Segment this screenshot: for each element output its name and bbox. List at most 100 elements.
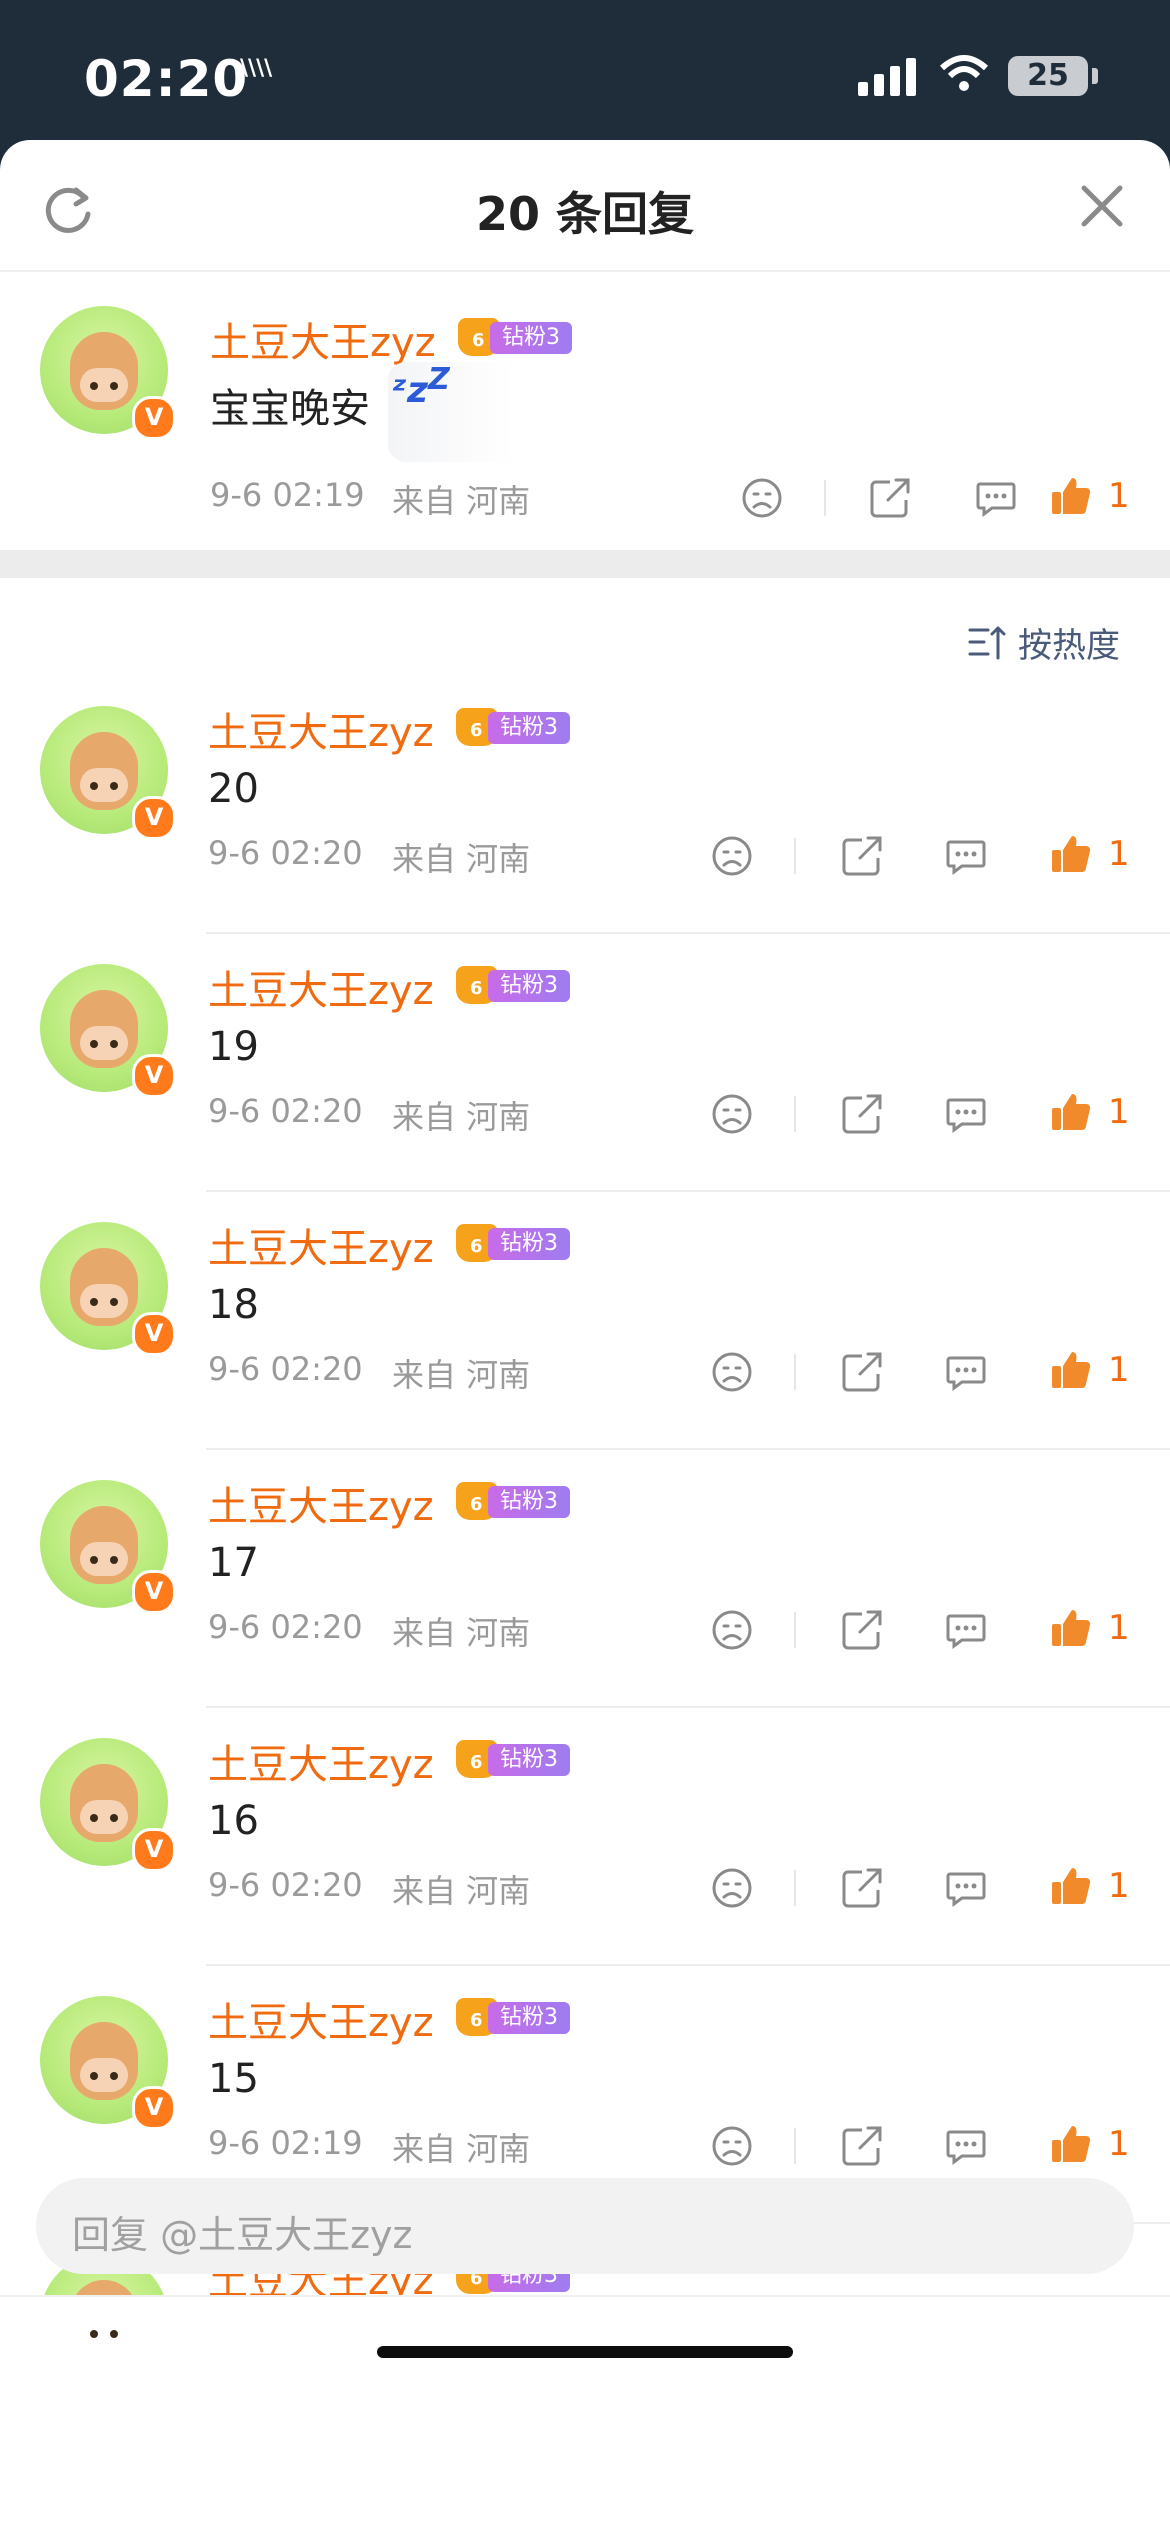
comment-location: 来自 河南 [392,482,531,520]
cellular-signal-icon [858,58,916,96]
reply-location: 来自 河南 [392,840,531,878]
row-divider [206,1190,1170,1192]
comment-icon[interactable] [944,2124,988,2168]
reply-timestamp: 9-6 02:20 [208,1866,363,1904]
reply-location: 来自 河南 [392,1098,531,1136]
fan-level-label: 钻粉3 [488,1744,570,1776]
row-divider [206,1448,1170,1450]
thumbs-up-icon[interactable] [1048,1090,1092,1134]
like-count: 1 [1108,1350,1130,1390]
share-icon[interactable] [840,834,884,878]
fan-level-badge: 钻粉3 [458,318,572,356]
reply-location: 来自 河南 [392,2130,531,2168]
reply-author[interactable]: 土豆大王zyz [208,1216,434,1274]
sort-by-hot-button[interactable]: 按热度 [1018,618,1120,667]
reply-bar [0,2295,1170,2532]
verified-badge-icon: V [132,1054,176,1098]
thumbs-up-icon[interactable] [1048,474,1092,518]
wifi-icon [939,55,989,91]
fan-level-label: 钻粉3 [488,970,570,1002]
reply-author[interactable]: 土豆大王zyz [208,958,434,1016]
avatar-face [70,732,138,810]
comment-icon[interactable] [944,1092,988,1136]
comment-icon[interactable] [944,1350,988,1394]
share-icon[interactable] [840,1350,884,1394]
comment-text: 宝宝晚安 [210,386,370,432]
avatar-face [70,2022,138,2100]
avatar[interactable]: V [40,706,176,840]
thumbs-up-icon[interactable] [1048,1348,1092,1392]
thumbs-up-icon[interactable] [1048,2122,1092,2166]
comment-author[interactable]: 土豆大王zyz [210,310,436,368]
like-count: 1 [1108,2124,1130,2164]
thumbs-up-icon[interactable] [1048,832,1092,876]
comment-icon[interactable] [974,476,1018,520]
reply-author[interactable]: 土豆大王zyz [208,1732,434,1790]
avatar[interactable]: V [40,306,176,440]
comment-icon[interactable] [944,1866,988,1910]
verified-badge-icon: V [132,2086,176,2130]
row-divider [206,932,1170,934]
dislike-icon[interactable] [710,2124,754,2168]
close-icon[interactable] [1076,180,1128,232]
comment-timestamp: 9-6 02:19 [210,476,365,514]
battery-cap [1092,68,1098,84]
action-divider [794,1096,796,1132]
fan-level-badge: 钻粉3 [456,1998,570,2036]
fan-level-label: 钻粉3 [488,712,570,744]
share-icon[interactable] [840,2124,884,2168]
action-divider [794,2128,796,2164]
thumbs-up-icon[interactable] [1048,1606,1092,1650]
dislike-icon[interactable] [710,1350,754,1394]
avatar[interactable]: V [40,1738,176,1872]
replies-sheet: 20 条回复 V 土豆大王zyz 钻粉3 宝宝晚安 ᶻzZ 9-6 02:19 … [0,140,1170,2532]
avatar[interactable]: V [40,1996,176,2130]
share-icon[interactable] [840,1608,884,1652]
action-divider [824,480,826,516]
reply-author[interactable]: 土豆大王zyz [208,1990,434,2048]
sheet-title: 20 条回复 [475,187,695,241]
dislike-icon[interactable] [740,476,784,520]
avatar[interactable]: V [40,964,176,1098]
comment-icon[interactable] [944,1608,988,1652]
dislike-icon[interactable] [710,1608,754,1652]
section-divider [0,550,1170,578]
reply-placeholder[interactable]: 回复 @土豆大王zyz [72,2204,412,2259]
fan-level-badge: 钻粉3 [456,966,570,1004]
comment-icon[interactable] [944,834,988,878]
reply-text: 16 [208,1798,259,1844]
action-divider [794,838,796,874]
fan-level-badge: 钻粉3 [456,1740,570,1778]
verified-badge-icon: V [132,1312,176,1356]
reply-text: 20 [208,766,259,812]
verified-badge-icon: V [132,1828,176,1872]
reply-location: 来自 河南 [392,1614,531,1652]
zzz-icon: ᶻzZ [392,362,450,411]
fan-level-label: 钻粉3 [488,1228,570,1260]
dislike-icon[interactable] [710,834,754,878]
reply-text: 19 [208,1024,259,1070]
status-bar: 02:20 \\\\ 25 [0,0,1170,150]
fan-level-label: 钻粉3 [488,1486,570,1518]
share-icon[interactable] [840,1866,884,1910]
avatar-face [70,1248,138,1326]
reply-timestamp: 9-6 02:20 [208,1608,363,1646]
row-divider [206,1964,1170,1966]
fan-level-label: 钻粉3 [490,322,572,354]
sort-icon[interactable] [966,622,1008,664]
status-time: 02:20 [84,50,249,108]
reply-author[interactable]: 土豆大王zyz [208,700,434,758]
verified-badge-icon: V [132,396,176,440]
avatar-face [70,1506,138,1584]
dislike-icon[interactable] [710,1866,754,1910]
share-icon[interactable] [868,476,912,520]
share-icon[interactable] [840,1092,884,1136]
avatar-face [70,1764,138,1842]
thumbs-up-icon[interactable] [1048,1864,1092,1908]
avatar[interactable]: V [40,1480,176,1614]
like-count: 1 [1108,476,1130,516]
dislike-icon[interactable] [710,1092,754,1136]
reply-author[interactable]: 土豆大王zyz [208,1474,434,1532]
reply-timestamp: 9-6 02:20 [208,834,363,872]
avatar[interactable]: V [40,1222,176,1356]
